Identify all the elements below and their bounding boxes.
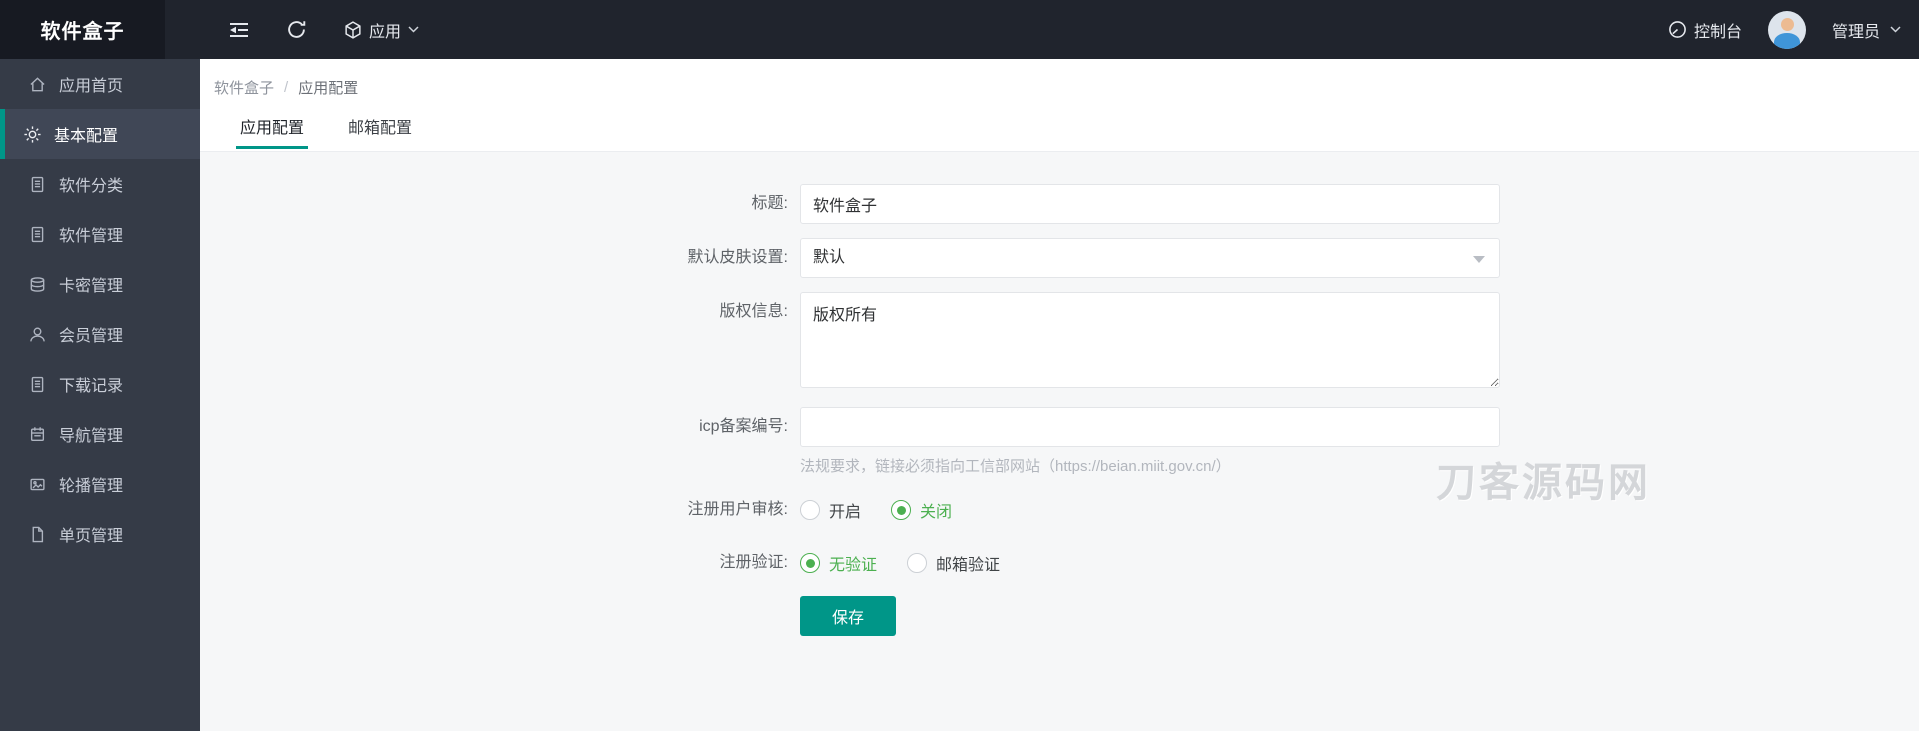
database-icon (30, 276, 45, 292)
sidebar-item-label: 卡密管理 (59, 278, 124, 295)
user-icon (30, 327, 45, 342)
sidebar-item-label: 基本配置 (54, 128, 119, 145)
sidebar-item-software-category[interactable]: 软件分类 (0, 159, 200, 209)
sidebar-item-single-page-manage[interactable]: 单页管理 (0, 509, 200, 559)
sidebar-item-app-home[interactable]: 应用首页 (0, 59, 200, 109)
radio-label: 关闭 (920, 504, 953, 521)
tab-bar: 应用配置 邮箱配置 (214, 114, 1919, 149)
radio-label: 邮箱验证 (936, 557, 1001, 574)
save-button[interactable]: 保存 (800, 596, 896, 636)
topbar: 软件盒子 应用 控制台 管理员 (0, 0, 1919, 59)
copyright-label: 版权信息: (719, 303, 788, 320)
refresh-icon (288, 21, 306, 38)
icp-input[interactable] (800, 407, 1500, 447)
title-label: 标题: (751, 195, 788, 212)
console-link[interactable]: 控制台 (1668, 18, 1742, 42)
radio-circle-icon (800, 553, 820, 573)
user-name: 管理员 (1831, 23, 1880, 41)
app-cube-icon (345, 20, 361, 39)
sidebar-item-label: 单页管理 (59, 528, 124, 545)
app-menu-label: 应用 (369, 23, 402, 41)
form-row-audit: 注册用户审核: 开启 关闭 (660, 490, 1919, 530)
radio-verify-email[interactable]: 邮箱验证 (907, 551, 1000, 575)
sidebar-item-label: 软件管理 (59, 228, 124, 245)
home-icon (30, 76, 45, 91)
chevron-down-icon (408, 26, 419, 33)
radio-circle-icon (907, 553, 928, 573)
image-icon (30, 478, 45, 490)
form-row-verify: 注册验证: 无验证 邮箱验证 (660, 543, 1919, 583)
icp-label: icp备案编号: (699, 418, 788, 435)
sidebar-item-card-key-manage[interactable]: 卡密管理 (0, 259, 200, 309)
radio-audit-on[interactable]: 开启 (800, 498, 861, 522)
document-icon (31, 226, 44, 242)
skin-select-value: 默认 (813, 249, 846, 266)
refresh-button[interactable] (287, 20, 306, 39)
sidebar-item-carousel-manage[interactable]: 轮播管理 (0, 459, 200, 509)
document-icon (31, 376, 44, 392)
avatar-body (1773, 32, 1800, 49)
skin-label: 默认皮肤设置: (687, 249, 788, 266)
radio-verify-none[interactable]: 无验证 (800, 551, 877, 575)
calendar-icon (30, 426, 45, 441)
skin-select[interactable]: 默认 (800, 238, 1500, 278)
sidebar-item-label: 应用首页 (59, 78, 124, 95)
radio-label: 开启 (829, 504, 862, 521)
collapse-icon (230, 22, 248, 37)
breadcrumb-root[interactable]: 软件盒子 (214, 77, 274, 98)
breadcrumb-current: 应用配置 (298, 80, 359, 97)
avatar[interactable] (1767, 10, 1806, 49)
dashboard-icon (1669, 21, 1686, 38)
sidebar-item-label: 软件分类 (59, 178, 124, 195)
icp-hint: 法规要求，链接必须指向工信部网站（https://beian.miit.gov.… (800, 458, 1231, 475)
sidebar-item-download-records[interactable]: 下载记录 (0, 359, 200, 409)
content-header: 软件盒子 / 应用配置 应用配置 邮箱配置 (200, 59, 1919, 152)
page-icon (32, 526, 44, 542)
select-arrow-icon (1473, 256, 1485, 263)
gear-icon (24, 125, 41, 143)
app-menu[interactable]: 应用 (344, 18, 419, 42)
sidebar: 应用首页 基本配置 软件分类 软件管理 卡密管理 会员管理 下载记录 导航管理 … (0, 59, 200, 731)
app-logo: 软件盒子 (0, 0, 165, 59)
sidebar-item-label: 导航管理 (59, 428, 124, 445)
tab-email-config[interactable]: 邮箱配置 (348, 114, 412, 149)
title-input[interactable] (800, 184, 1500, 224)
user-menu[interactable]: 管理员 (1832, 18, 1901, 42)
breadcrumb-separator: / (284, 79, 289, 96)
breadcrumb: 软件盒子 / 应用配置 (214, 77, 1919, 98)
collapse-sidebar-button[interactable] (229, 21, 249, 39)
sidebar-item-member-manage[interactable]: 会员管理 (0, 309, 200, 359)
copyright-textarea[interactable]: 版权所有 (800, 292, 1500, 388)
form-row-copyright: 版权信息: 版权所有 (660, 292, 1919, 393)
sidebar-item-label: 轮播管理 (59, 478, 124, 495)
chevron-down-icon (1890, 26, 1901, 33)
radio-circle-icon (800, 500, 820, 520)
form-row-save: 保存 (660, 596, 1919, 636)
sidebar-item-nav-manage[interactable]: 导航管理 (0, 409, 200, 459)
radio-label: 无验证 (829, 557, 878, 574)
main-content: 软件盒子 / 应用配置 应用配置 邮箱配置 刀客源码网 标题: 默认皮肤设置: … (200, 59, 1919, 731)
radio-audit-off[interactable]: 关闭 (891, 498, 952, 522)
form-row-skin: 默认皮肤设置: 默认 (660, 238, 1919, 278)
sidebar-item-label: 会员管理 (59, 328, 124, 345)
radio-circle-icon (891, 500, 912, 520)
sidebar-item-software-manage[interactable]: 软件管理 (0, 209, 200, 259)
tab-app-config[interactable]: 应用配置 (235, 114, 309, 149)
form-row-title: 标题: (660, 184, 1919, 224)
document-icon (31, 176, 44, 192)
console-label: 控制台 (1693, 23, 1742, 41)
sidebar-item-label: 下载记录 (59, 378, 124, 395)
audit-label: 注册用户审核: (687, 501, 788, 518)
form-row-icp: icp备案编号: 法规要求，链接必须指向工信部网站（https://beian.… (660, 407, 1919, 476)
verify-label: 注册验证: (719, 554, 788, 571)
sidebar-item-basic-config[interactable]: 基本配置 (0, 109, 200, 159)
avatar-head (1780, 17, 1794, 31)
app-config-form: 刀客源码网 标题: 默认皮肤设置: 默认 版权信息: 版权所有 icp备案编号 (200, 152, 1919, 730)
